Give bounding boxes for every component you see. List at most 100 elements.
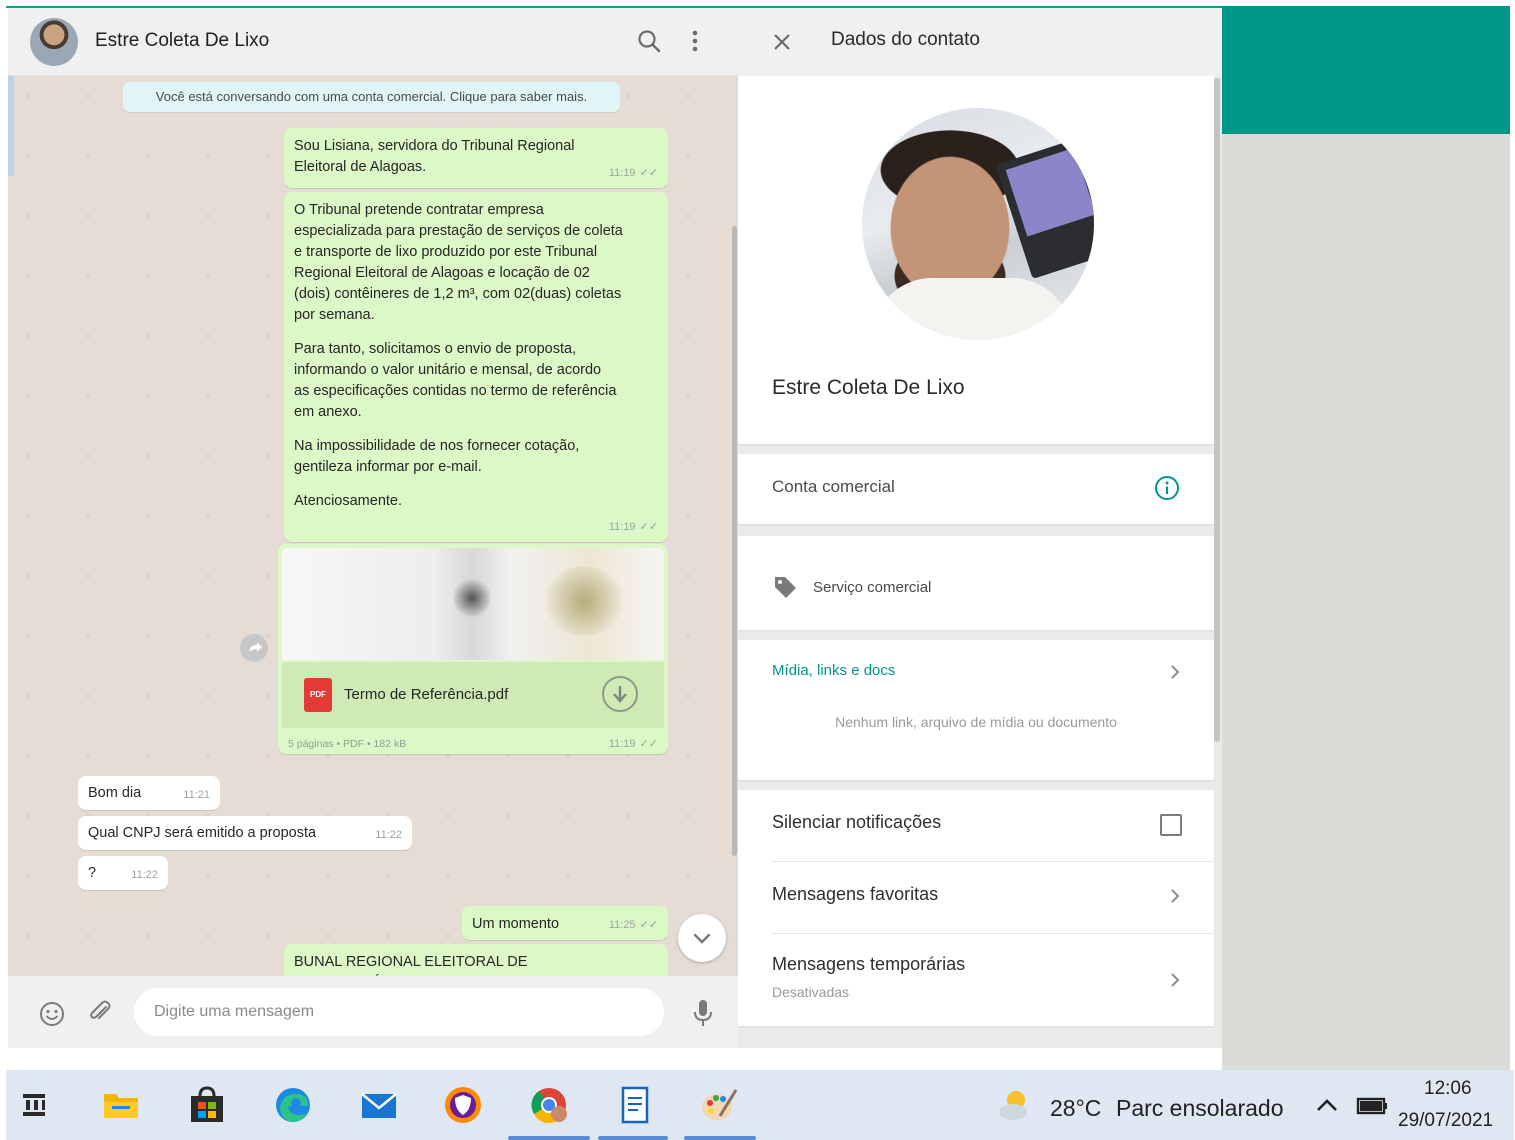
- chevron-right-icon: [1171, 889, 1180, 903]
- document-message[interactable]: PDF Termo de Referência.pdf 5 páginas • …: [278, 544, 668, 754]
- mute-notifications-row[interactable]: Silenciar notificações: [738, 790, 1214, 862]
- message-time: 11:25 ✓✓: [608, 919, 658, 931]
- clock-date[interactable]: 29/07/2021: [1398, 1110, 1493, 1132]
- tag-icon: [775, 577, 796, 598]
- outgoing-message[interactable]: O Tribunal pretende contratar empresa es…: [284, 192, 668, 542]
- chevron-right-icon: [1171, 973, 1180, 987]
- message-text: Bom dia: [88, 785, 142, 801]
- edge-icon[interactable]: [272, 1084, 314, 1126]
- document-meta: 5 páginas • PDF • 182 kB: [288, 738, 407, 750]
- emoji-icon[interactable]: [38, 1000, 66, 1028]
- chevron-up-icon[interactable]: [1306, 1084, 1348, 1126]
- active-app-indicator: [598, 1136, 668, 1140]
- starred-messages-row[interactable]: Mensagens favoritas: [738, 862, 1214, 934]
- disappearing-messages-row[interactable]: Mensagens temporárias Desativadas: [738, 934, 1214, 1026]
- read-ticks-icon: ✓✓: [639, 919, 658, 931]
- app-header-band: [1222, 6, 1510, 134]
- contact-info-scrollbar[interactable]: [1214, 78, 1220, 742]
- photo-shirt: [872, 278, 1072, 340]
- pdf-file-icon: PDF: [304, 678, 332, 712]
- settings-card: Silenciar notificações Mensagens favorit…: [738, 790, 1214, 1026]
- contact-info-header: Dados do contato: [738, 8, 1222, 76]
- business-category-card: Serviço comercial: [738, 536, 1214, 630]
- store-icon[interactable]: [186, 1084, 228, 1126]
- outgoing-message[interactable]: Um momento 11:25 ✓✓: [462, 906, 668, 940]
- mail-icon[interactable]: [358, 1084, 400, 1126]
- incoming-message[interactable]: ? 11:22: [78, 856, 168, 890]
- screen: Estre Coleta De Lixo Você está conversan…: [0, 0, 1515, 1140]
- document-preview[interactable]: [282, 548, 664, 660]
- document-bar[interactable]: PDF Termo de Referência.pdf: [282, 662, 664, 728]
- contact-info-title: Dados do contato: [831, 29, 980, 50]
- contact-name: Estre Coleta De Lixo: [772, 376, 965, 399]
- profile-card: Estre Coleta De Lixo: [738, 76, 1214, 444]
- chat-panel: Estre Coleta De Lixo Você está conversan…: [8, 8, 738, 1048]
- chat-header[interactable]: Estre Coleta De Lixo: [8, 8, 738, 76]
- download-icon[interactable]: [602, 676, 638, 712]
- message-text: Sou Lisiana, servidora do Tribunal Regio…: [294, 138, 575, 175]
- clock-time[interactable]: 12:06: [1424, 1078, 1472, 1100]
- weather-temperature[interactable]: 28°C: [1050, 1095, 1101, 1122]
- paint-icon[interactable]: [698, 1084, 740, 1126]
- message-text: BUNAL REGIONAL ELEITORAL DE ALAGOAS, Órg…: [294, 954, 608, 976]
- weather-description[interactable]: Parc ensolarado: [1116, 1095, 1284, 1122]
- message-time: 11:21: [183, 789, 210, 801]
- business-account-card[interactable]: Conta comercial: [738, 454, 1214, 524]
- weather-icon[interactable]: [994, 1084, 1036, 1126]
- chrome-icon[interactable]: [528, 1084, 570, 1126]
- disappearing-messages-label: Mensagens temporárias: [772, 954, 966, 974]
- business-category-label: Serviço comercial: [813, 579, 932, 596]
- active-app-indicator: [508, 1136, 590, 1140]
- message-composer: [8, 976, 738, 1048]
- outgoing-message[interactable]: Sou Lisiana, servidora do Tribunal Regio…: [284, 128, 668, 188]
- photo-laptop: [995, 137, 1094, 279]
- mute-notifications-label: Silenciar notificações: [772, 812, 942, 832]
- media-empty-text: Nenhum link, arquivo de mídia ou documen…: [835, 714, 1117, 730]
- profile-photo[interactable]: [862, 108, 1094, 340]
- close-icon[interactable]: [770, 30, 794, 54]
- info-icon[interactable]: [1154, 475, 1180, 501]
- search-icon[interactable]: [636, 28, 662, 54]
- chevron-right-icon[interactable]: [1168, 662, 1182, 682]
- media-links-docs-card[interactable]: Mídia, links e docs Nenhum link, arquivo…: [738, 640, 1214, 780]
- chevron-down-icon: [693, 933, 711, 944]
- read-ticks-icon: ✓✓: [639, 738, 658, 750]
- message-time: 11:22: [375, 829, 402, 841]
- incoming-message[interactable]: Bom dia 11:21: [78, 776, 220, 810]
- message-time: 11:22: [131, 869, 158, 881]
- media-links-docs-label[interactable]: Mídia, links e docs: [772, 662, 895, 679]
- chat-contact-name[interactable]: Estre Coleta De Lixo: [95, 30, 269, 52]
- business-account-label: Conta comercial: [772, 477, 895, 496]
- message-text: ?: [88, 865, 97, 881]
- battery-icon[interactable]: [1350, 1084, 1392, 1126]
- document-name: Termo de Referência.pdf: [344, 686, 509, 703]
- message-paragraph: Atenciosamente.: [294, 493, 403, 509]
- task-view-icon[interactable]: [14, 1084, 56, 1126]
- disappearing-messages-status: Desativadas: [772, 984, 850, 1000]
- notepad-icon[interactable]: [614, 1084, 656, 1126]
- read-ticks-icon: ✓✓: [639, 167, 658, 179]
- contact-avatar[interactable]: [30, 18, 78, 66]
- business-account-notice[interactable]: Você está conversando com uma conta come…: [123, 82, 620, 112]
- message-list[interactable]: Você está conversando com uma conta come…: [8, 76, 738, 976]
- vpn-shield-icon[interactable]: [442, 1084, 484, 1126]
- file-explorer-icon[interactable]: [100, 1084, 142, 1126]
- forward-icon[interactable]: [240, 634, 268, 662]
- attach-icon[interactable]: [86, 998, 114, 1026]
- menu-dots-icon[interactable]: [688, 28, 702, 54]
- desktop-background: [1222, 134, 1510, 1070]
- scroll-down-button[interactable]: [678, 914, 726, 962]
- starred-messages-label: Mensagens favoritas: [772, 884, 939, 904]
- message-paragraph: Para tanto, solicitamos o envio de propo…: [294, 341, 617, 420]
- message-input[interactable]: [134, 988, 664, 1036]
- active-app-indicator: [684, 1136, 756, 1140]
- microphone-icon[interactable]: [692, 998, 714, 1028]
- message-time: 11:19 ✓✓: [608, 521, 658, 533]
- mute-checkbox[interactable]: [1160, 814, 1182, 836]
- chat-scrollbar[interactable]: [732, 226, 737, 856]
- message-paragraph: O Tribunal pretende contratar empresa es…: [294, 202, 623, 323]
- message-time: 11:19 ✓✓: [608, 738, 658, 750]
- outgoing-message-partial[interactable]: BUNAL REGIONAL ELEITORAL DE ALAGOAS, Órg…: [284, 944, 668, 976]
- message-text: Um momento: [472, 916, 560, 932]
- incoming-message[interactable]: Qual CNPJ será emitido a proposta 11:22: [78, 816, 412, 850]
